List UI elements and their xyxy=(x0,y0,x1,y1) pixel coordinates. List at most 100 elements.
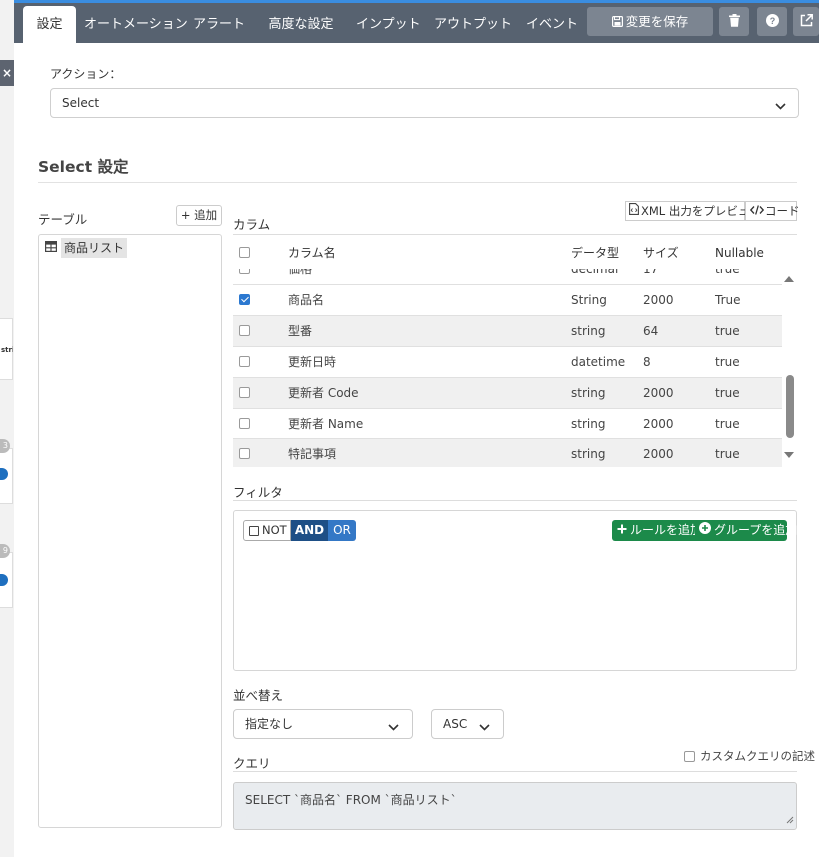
background-page xyxy=(0,0,14,857)
plus-circle-icon xyxy=(699,520,711,541)
cell-name: 更新者 Code xyxy=(288,386,359,400)
table-row[interactable]: 更新者 Code string 2000 true xyxy=(233,377,782,408)
sort-field-value: 指定なし xyxy=(245,717,294,731)
sort-field-select[interactable]: 指定なし xyxy=(233,709,413,739)
table-row[interactable]: 特記事項 string 2000 true xyxy=(233,438,782,467)
cell-nullable: true xyxy=(715,269,740,276)
add-rule-button[interactable]: ルールを追加 xyxy=(612,520,702,541)
add-table-button[interactable]: + 追加 xyxy=(176,205,222,226)
or-button[interactable]: OR xyxy=(328,520,356,541)
scrollbar-thumb[interactable] xyxy=(786,375,794,438)
row-checkbox[interactable] xyxy=(239,387,250,398)
cell-name: 更新日時 xyxy=(288,355,337,369)
not-label: NOT xyxy=(262,523,287,537)
divider xyxy=(38,182,797,183)
cell-size: 8 xyxy=(643,355,651,369)
header-size: サイズ xyxy=(643,246,679,260)
custom-query-toggle[interactable]: カスタムクエリの記述 xyxy=(684,748,815,764)
header-data-type: データ型 xyxy=(571,246,620,260)
custom-query-label: カスタムクエリの記述 xyxy=(700,749,815,763)
tab-alert[interactable]: アラート xyxy=(190,6,248,43)
row-checkbox[interactable] xyxy=(239,325,250,336)
table-row[interactable]: 商品名 String 2000 True xyxy=(233,284,782,315)
help-button[interactable]: ? xyxy=(757,7,787,36)
cell-nullable: True xyxy=(715,293,741,307)
header-nullable: Nullable xyxy=(715,246,764,260)
chevron-down-icon xyxy=(479,720,490,734)
cell-nullable: true xyxy=(715,324,740,338)
cell-type: datetime xyxy=(571,355,626,369)
save-icon xyxy=(611,8,623,37)
action-selected-value: Select xyxy=(62,96,100,110)
chevron-down-icon xyxy=(775,99,786,113)
chevron-down-icon xyxy=(388,720,399,734)
custom-query-checkbox[interactable] xyxy=(684,750,695,762)
trash-icon xyxy=(728,13,740,30)
row-checkbox-checked[interactable] xyxy=(239,294,250,305)
table-row[interactable]: 更新日時 datetime 8 true xyxy=(233,346,782,377)
cell-size: 2000 xyxy=(643,293,674,307)
table-row[interactable]: 更新者 Name string 2000 true xyxy=(233,408,782,439)
tab-settings[interactable]: 設定 xyxy=(23,6,76,43)
column-table-header: カラム名 データ型 サイズ Nullable xyxy=(233,235,797,269)
cell-name: 商品名 xyxy=(288,293,325,307)
plus-icon xyxy=(617,520,627,541)
tab-event[interactable]: イベント xyxy=(524,6,580,43)
row-checkbox[interactable] xyxy=(239,418,250,429)
scroll-up-arrow-icon[interactable] xyxy=(784,276,794,282)
table-section-label: テーブル xyxy=(38,212,88,227)
cell-name: 価格 xyxy=(288,269,313,276)
cell-type: string xyxy=(571,417,606,431)
select-all-checkbox[interactable] xyxy=(239,247,250,258)
tab-output[interactable]: アウトプット xyxy=(434,6,512,43)
tab-automation[interactable]: オートメーション xyxy=(84,6,188,43)
sort-section-label: 並べ替え xyxy=(233,688,284,703)
divider xyxy=(233,771,797,772)
code-button[interactable]: コード xyxy=(745,201,800,221)
background-node-text: stri xyxy=(1,346,13,354)
cell-size: 17 xyxy=(643,269,659,276)
save-changes-label: 変更を保存 xyxy=(625,14,689,29)
table-row[interactable]: 型番 string 64 true xyxy=(233,315,782,346)
add-rule-label: ルールを追加 xyxy=(630,523,703,537)
close-panel-button[interactable]: × xyxy=(0,60,14,86)
row-checkbox[interactable] xyxy=(239,356,250,367)
not-toggle[interactable]: NOT xyxy=(243,520,291,541)
filter-section-label: フィルタ xyxy=(233,485,283,500)
open-external-button[interactable] xyxy=(793,7,819,36)
table-list-item[interactable]: 商品リスト xyxy=(45,238,128,258)
cell-size: 64 xyxy=(643,324,659,338)
help-icon: ? xyxy=(765,13,779,30)
sort-order-select[interactable]: ASC xyxy=(431,709,504,739)
code-label: コード xyxy=(765,204,800,218)
tab-advanced[interactable]: 高度な設定 xyxy=(262,6,340,43)
query-textarea[interactable]: SELECT `商品名` FROM `商品リスト` xyxy=(233,782,797,830)
add-group-label: グループを追加 xyxy=(714,523,798,537)
save-changes-button[interactable]: 変更を保存 xyxy=(587,7,713,36)
query-section-label: クエリ xyxy=(233,756,271,771)
header-column-name: カラム名 xyxy=(288,246,336,260)
row-checkbox[interactable] xyxy=(239,448,250,459)
resize-grip-icon[interactable] xyxy=(786,813,794,827)
preview-xml-button[interactable]: XML 出力をプレビュー xyxy=(625,201,761,221)
action-select[interactable]: Select xyxy=(50,88,799,118)
table-icon xyxy=(45,241,58,255)
table-item-name: 商品リスト xyxy=(61,238,128,258)
svg-text:?: ? xyxy=(769,16,775,26)
cell-size: 2000 xyxy=(643,417,674,431)
delete-button[interactable] xyxy=(719,7,749,36)
cell-type: decimal xyxy=(571,269,619,276)
cell-type: string xyxy=(571,386,606,400)
and-button[interactable]: AND xyxy=(291,520,328,541)
not-checkbox-icon xyxy=(249,525,259,536)
cell-type: string xyxy=(571,324,606,338)
tab-input[interactable]: インプット xyxy=(356,6,421,43)
tab-bar-accent xyxy=(14,0,819,3)
add-group-button[interactable]: グループを追加 xyxy=(695,520,797,541)
scroll-down-arrow-icon[interactable] xyxy=(784,452,794,458)
query-text: SELECT `商品名` FROM `商品リスト` xyxy=(245,793,457,807)
row-checkbox[interactable] xyxy=(239,269,250,274)
column-table-body[interactable]: 価格 decimal 17 true 商品名 String 2000 True … xyxy=(233,269,782,467)
cell-name: 型番 xyxy=(288,324,313,338)
table-row[interactable]: 価格 decimal 17 true xyxy=(233,269,782,284)
